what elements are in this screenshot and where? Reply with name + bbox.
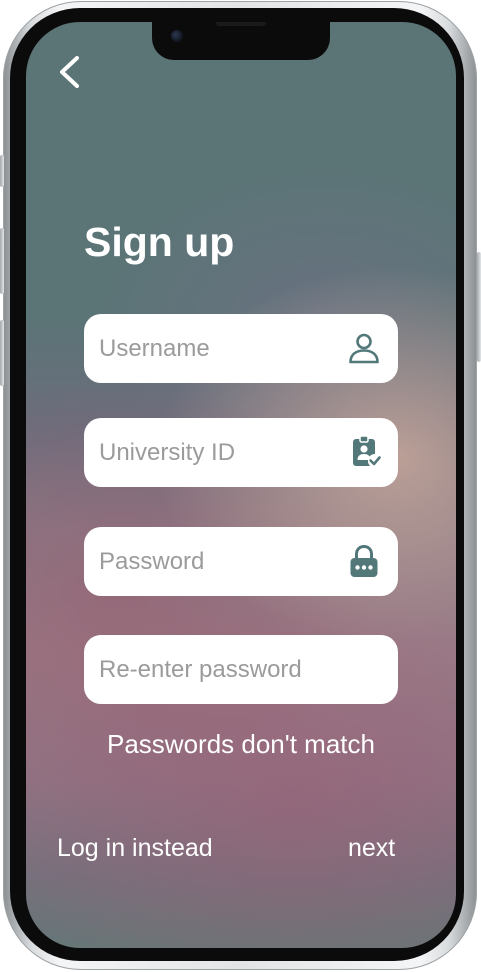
password-field[interactable] (84, 527, 398, 596)
back-button[interactable] (52, 52, 88, 92)
username-field[interactable] (84, 314, 398, 383)
side-button (0, 155, 4, 187)
signup-screen: Sign up Passwords don't matc (26, 22, 456, 948)
login-instead-link[interactable]: Log in instead (57, 830, 213, 866)
power-button (477, 252, 481, 362)
university-id-input[interactable] (99, 418, 339, 487)
speaker-grille (216, 22, 266, 26)
id-badge-check-icon (353, 435, 382, 468)
reenter-password-input[interactable] (99, 635, 339, 704)
front-camera (171, 30, 183, 42)
password-input[interactable] (99, 527, 339, 596)
username-input[interactable] (99, 314, 339, 383)
next-button[interactable]: next (348, 830, 395, 866)
notch (152, 22, 330, 60)
volume-up-button (0, 228, 4, 294)
lock-icon (350, 544, 378, 577)
user-icon (349, 333, 379, 364)
page-title: Sign up (84, 219, 235, 265)
university-id-field[interactable] (84, 418, 398, 487)
password-mismatch-error: Passwords don't match (107, 729, 375, 759)
reenter-password-field[interactable] (84, 635, 398, 704)
volume-down-button (0, 320, 4, 386)
chevron-left-icon (60, 56, 79, 88)
